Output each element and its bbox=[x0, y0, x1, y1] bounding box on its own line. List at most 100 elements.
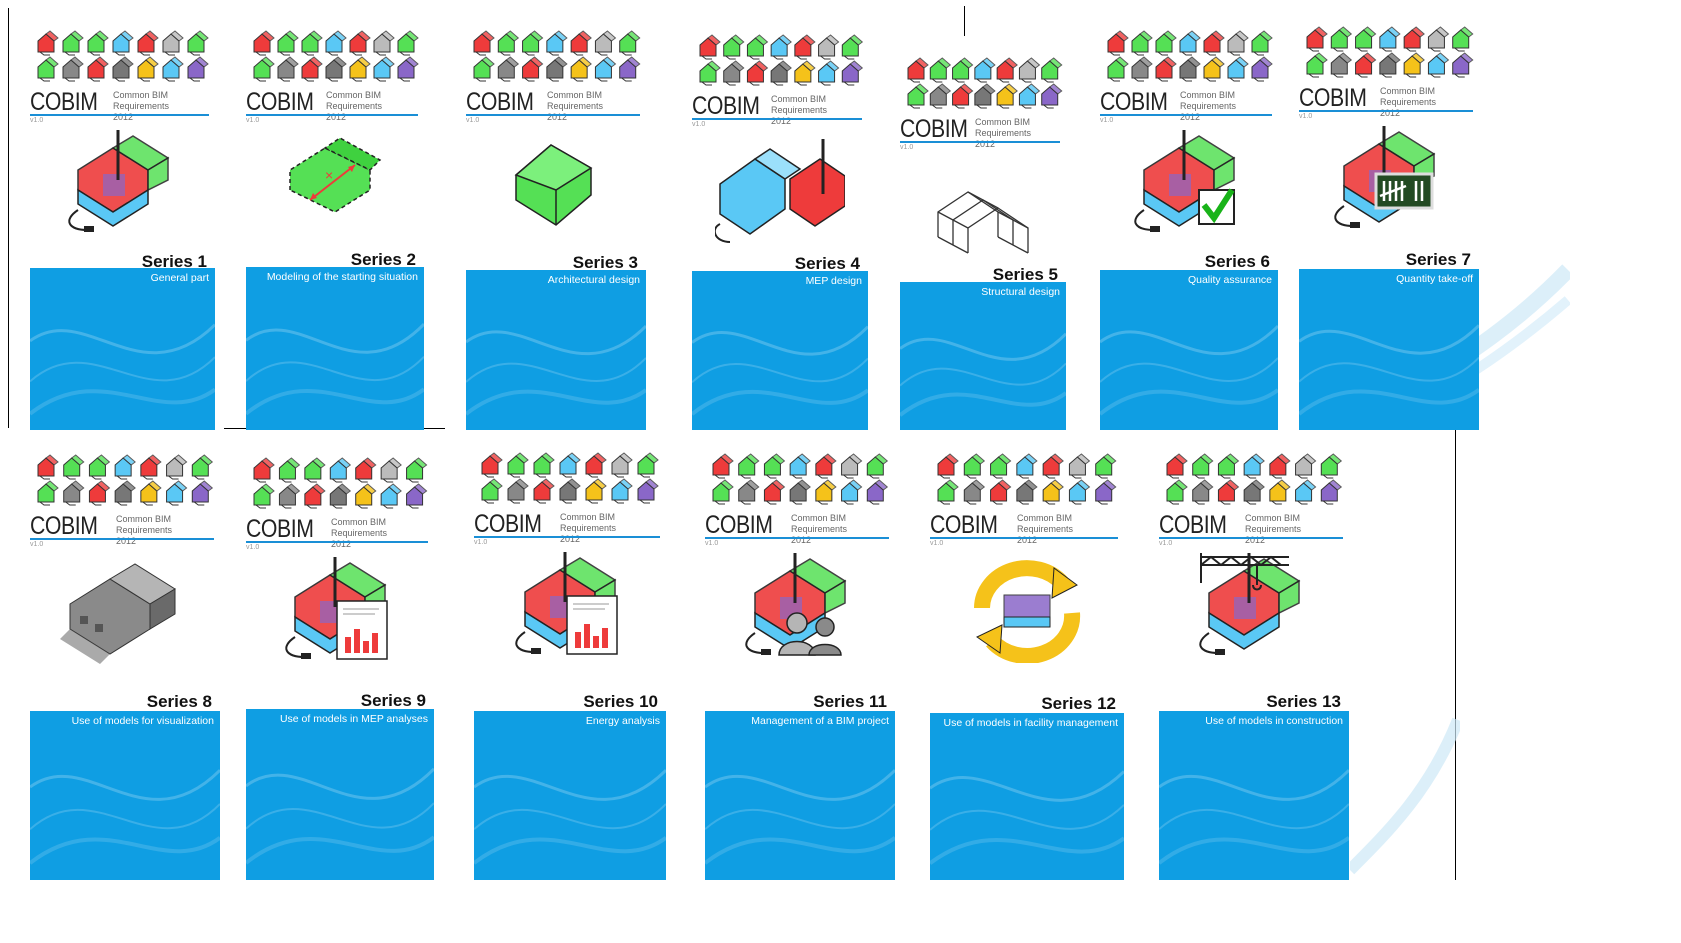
cobim-icon-strip bbox=[30, 452, 220, 513]
brand-rule bbox=[30, 114, 209, 116]
brand-line1: Common BIM Requirements bbox=[113, 90, 170, 111]
cobim-logo: COBIM bbox=[246, 88, 314, 116]
series-subtitle: Structural design bbox=[981, 286, 1060, 298]
series-cover-1[interactable]: COBIM Common BIM Requirements 2012 v1.0 … bbox=[30, 28, 215, 430]
series-subtitle: Use of models for visualization bbox=[71, 715, 214, 727]
version-label: v1.0 bbox=[474, 539, 488, 546]
series-subtitle: Management of a BIM project bbox=[751, 715, 889, 727]
series-cover-4[interactable]: COBIM Common BIM Requirements 2012 v1.0 … bbox=[692, 32, 868, 430]
brand-line1: Common BIM Requirements bbox=[1380, 86, 1437, 107]
bar-chart-report-icon bbox=[275, 557, 405, 672]
series-cover-10[interactable]: COBIM Common BIM Requirements 2012 v1.0 … bbox=[474, 450, 666, 880]
version-label: v1.0 bbox=[30, 541, 44, 548]
version-label: v1.0 bbox=[1299, 113, 1313, 120]
series-cover-12[interactable]: COBIM Common BIM Requirements 2012 v1.0 … bbox=[930, 451, 1124, 880]
series-panel: General part bbox=[30, 268, 215, 430]
brand-line1: Common BIM Requirements bbox=[771, 94, 828, 115]
cobim-logo: COBIM bbox=[246, 515, 314, 543]
brand-rule bbox=[246, 114, 418, 116]
brand-subtitle: Common BIM Requirements 2012 bbox=[771, 94, 868, 127]
series-title: Series 8 bbox=[146, 692, 212, 711]
cobim-icon-strip bbox=[930, 451, 1124, 512]
brand-subtitle: Common BIM Requirements 2012 bbox=[331, 517, 434, 550]
series-cover-8[interactable]: COBIM Common BIM Requirements 2012 v1.0 … bbox=[30, 452, 220, 880]
cobim-logo: COBIM bbox=[30, 512, 98, 540]
series-panel: Management of a BIM project bbox=[705, 711, 895, 880]
people-icon bbox=[735, 553, 865, 668]
cobim-icon-strip bbox=[246, 28, 424, 89]
cobim-icon-strip bbox=[900, 55, 1066, 116]
series-cover-9[interactable]: COBIM Common BIM Requirements 2012 v1.0 … bbox=[246, 455, 434, 880]
cobim-icon-strip bbox=[466, 28, 646, 89]
brand-line1: Common BIM Requirements bbox=[1245, 513, 1302, 534]
brand-rule bbox=[1159, 537, 1343, 539]
series-panel: Use of models in MEP analyses bbox=[246, 709, 434, 880]
brand-subtitle: Common BIM Requirements 2012 bbox=[791, 513, 895, 546]
checkmark-icon bbox=[1124, 130, 1254, 245]
brand-subtitle: Common BIM Requirements 2012 bbox=[975, 117, 1066, 150]
series-subtitle: Use of models in MEP analyses bbox=[279, 713, 428, 725]
building-services-icon bbox=[58, 130, 188, 245]
series-cover-5[interactable]: COBIM Common BIM Requirements 2012 v1.0 … bbox=[900, 55, 1066, 430]
series-cover-6[interactable]: COBIM Common BIM Requirements 2012 v1.0 … bbox=[1100, 28, 1278, 430]
cobim-icon-strip bbox=[1100, 28, 1278, 89]
brand-subtitle: Common BIM Requirements 2012 bbox=[560, 512, 666, 545]
series-subtitle: Architectural design bbox=[547, 274, 640, 286]
cobim-logo: COBIM bbox=[1159, 511, 1227, 539]
version-label: v1.0 bbox=[246, 544, 260, 551]
series-title: Series 7 bbox=[1405, 250, 1471, 269]
brand-rule bbox=[692, 118, 862, 120]
cobim-icon-strip bbox=[692, 32, 868, 93]
series-cover-7[interactable]: COBIM Common BIM Requirements 2012 v1.0 … bbox=[1299, 24, 1479, 430]
tally-board-icon bbox=[1324, 126, 1454, 241]
series-subtitle: MEP design bbox=[805, 275, 862, 287]
series-panel: Use of models for visualization bbox=[30, 711, 220, 880]
series-panel: Quality assurance bbox=[1100, 270, 1278, 430]
series-title: Series 6 bbox=[1204, 252, 1270, 271]
brand-line1: Common BIM Requirements bbox=[331, 517, 388, 538]
brand-line1: Common BIM Requirements bbox=[1017, 513, 1074, 534]
series-subtitle: Modeling of the starting situation bbox=[266, 271, 418, 283]
brand-subtitle: Common BIM Requirements 2012 bbox=[1017, 513, 1124, 546]
series-cover-2[interactable]: COBIM Common BIM Requirements 2012 v1.0 … bbox=[246, 28, 424, 430]
brand-rule bbox=[705, 537, 889, 539]
brand-rule bbox=[30, 538, 214, 540]
brand-subtitle: Common BIM Requirements 2012 bbox=[326, 90, 424, 123]
series-panel: Use of models in facility management bbox=[930, 713, 1124, 880]
series-title: Series 11 bbox=[813, 692, 887, 711]
cobim-logo: COBIM bbox=[692, 92, 760, 120]
cobim-icon-strip bbox=[1159, 451, 1349, 512]
series-title: Series 13 bbox=[1266, 692, 1341, 711]
brand-subtitle: Common BIM Requirements 2012 bbox=[1380, 86, 1479, 119]
mep-buildings-icon bbox=[713, 134, 846, 249]
version-label: v1.0 bbox=[1100, 117, 1114, 124]
cobim-logo: COBIM bbox=[900, 115, 968, 143]
series-panel: Architectural design bbox=[466, 270, 646, 430]
version-label: v1.0 bbox=[246, 117, 260, 124]
bar-chart-report-icon bbox=[505, 552, 635, 667]
brand-rule bbox=[474, 536, 660, 538]
version-label: v1.0 bbox=[30, 117, 44, 124]
cobim-icon-strip bbox=[246, 455, 434, 516]
brand-line1: Common BIM Requirements bbox=[547, 90, 604, 111]
brand-subtitle: Common BIM Requirements 2012 bbox=[116, 514, 220, 547]
left-border-line bbox=[8, 8, 9, 428]
series-cover-11[interactable]: COBIM Common BIM Requirements 2012 v1.0 … bbox=[705, 451, 895, 880]
cobim-logo: COBIM bbox=[930, 511, 998, 539]
cobim-logo: COBIM bbox=[466, 88, 534, 116]
brand-line1: Common BIM Requirements bbox=[560, 512, 617, 533]
series-cover-13[interactable]: COBIM Common BIM Requirements 2012 v1.0 … bbox=[1159, 451, 1349, 880]
series-title: Series 9 bbox=[360, 691, 426, 710]
brand-line1: Common BIM Requirements bbox=[1180, 90, 1237, 111]
brand-rule bbox=[900, 141, 1060, 143]
brand-line1: Common BIM Requirements bbox=[791, 513, 848, 534]
brand-line1: Common BIM Requirements bbox=[975, 117, 1032, 138]
svg-text:×: × bbox=[325, 167, 333, 183]
series-subtitle: Energy analysis bbox=[585, 715, 660, 727]
series-cover-3[interactable]: COBIM Common BIM Requirements 2012 v1.0 … bbox=[466, 28, 646, 430]
architectural-mass-icon bbox=[491, 130, 621, 245]
series-subtitle: Use of models in facility management bbox=[943, 717, 1119, 729]
top-marker-line bbox=[964, 6, 965, 36]
cobim-logo: COBIM bbox=[705, 511, 773, 539]
version-label: v1.0 bbox=[692, 121, 706, 128]
